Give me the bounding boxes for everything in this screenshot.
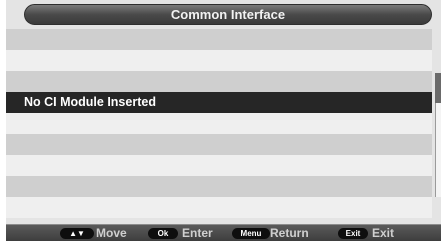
menu-list: No CI Module Inserted bbox=[6, 29, 432, 218]
ci-module-status-row[interactable]: No CI Module Inserted bbox=[6, 92, 432, 113]
title-bar: Common Interface bbox=[24, 4, 432, 25]
menu-key-icon: Menu bbox=[232, 228, 270, 239]
common-interface-panel: Common Interface No CI Module Inserted ▲… bbox=[6, 0, 441, 241]
empty-row bbox=[6, 113, 432, 134]
page-title: Common Interface bbox=[170, 7, 286, 22]
enter-hint: Enter bbox=[182, 226, 213, 240]
footer-hint-bar: ▲▼ Move Ok Enter Menu Return Exit Exit bbox=[6, 224, 441, 241]
empty-row bbox=[6, 134, 432, 155]
ok-key-icon: Ok bbox=[148, 228, 178, 239]
empty-row bbox=[6, 176, 432, 197]
exit-hint: Exit bbox=[372, 226, 395, 240]
empty-row bbox=[6, 197, 432, 218]
exit-key-icon: Exit bbox=[338, 228, 368, 239]
empty-row bbox=[6, 29, 432, 50]
ci-module-status-label: No CI Module Inserted bbox=[24, 95, 156, 109]
empty-row bbox=[6, 50, 432, 71]
return-hint: Return bbox=[270, 226, 309, 240]
scrollbar-thumb[interactable] bbox=[435, 73, 441, 103]
move-hint: Move bbox=[96, 226, 127, 240]
empty-row bbox=[6, 155, 432, 176]
move-key-icon: ▲▼ bbox=[60, 228, 94, 239]
empty-row bbox=[6, 71, 432, 92]
